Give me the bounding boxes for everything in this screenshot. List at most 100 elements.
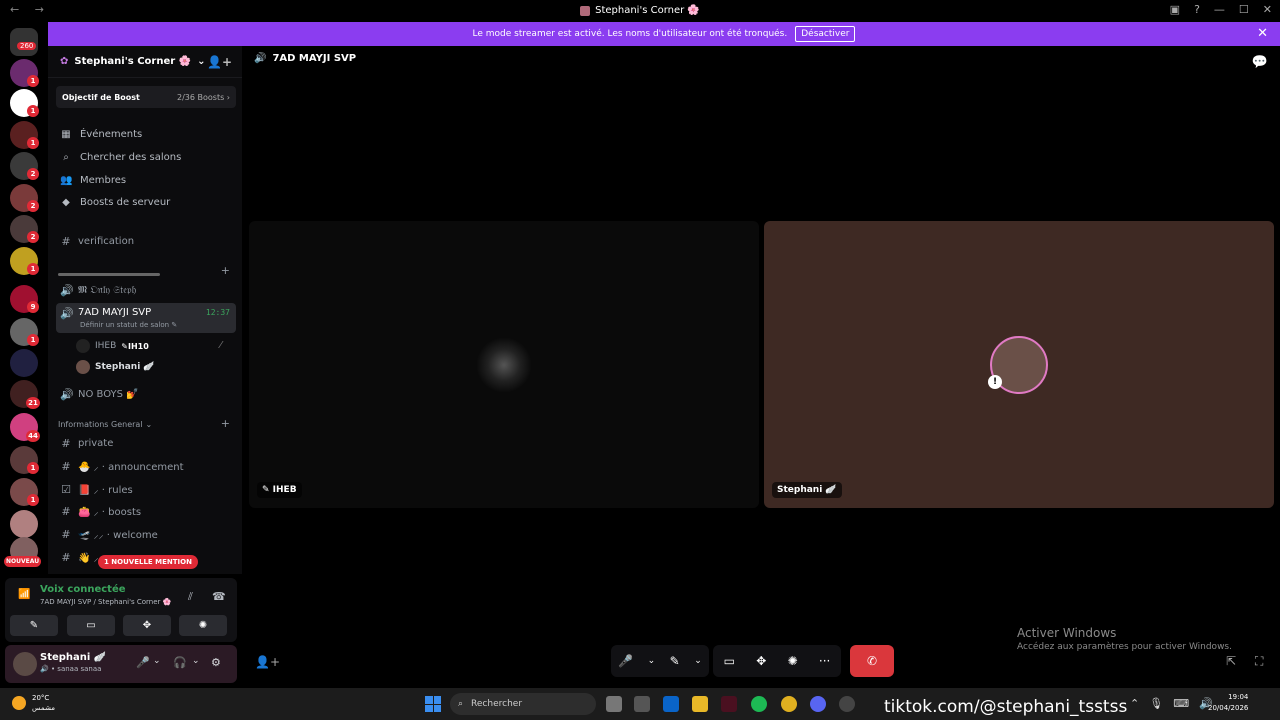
- category-collapsed-bar[interactable]: [58, 273, 160, 276]
- signal-icon[interactable]: 📶: [18, 589, 30, 600]
- browse-channels-item[interactable]: ⌕ Chercher des salons: [56, 147, 236, 167]
- taskbar-search[interactable]: ⌕ Rechercher: [450, 693, 596, 715]
- add-channel-icon[interactable]: +: [221, 417, 230, 430]
- chevron-down-icon[interactable]: ⌄: [153, 656, 161, 666]
- events-item[interactable]: ▦ Événements: [56, 124, 236, 144]
- popout-icon[interactable]: ⇱: [1226, 654, 1236, 668]
- server-boosts-item[interactable]: ◆ Boosts de serveur: [56, 192, 236, 212]
- network-icon[interactable]: ⌨: [1173, 697, 1189, 710]
- chevron-down-icon[interactable]: ⌄: [694, 656, 702, 666]
- video-tile-stephani[interactable]: ! Stephani 🪽: [764, 221, 1274, 508]
- video-tile-iheb[interactable]: ✎ IHEB: [249, 221, 759, 508]
- voice-channel-path[interactable]: 7AD MAYJI SVP / Stephani's Corner 🌸: [40, 598, 171, 606]
- app-icon[interactable]: [721, 696, 737, 712]
- channel-private[interactable]: # private: [56, 433, 236, 453]
- minimize-button[interactable]: —: [1214, 3, 1225, 16]
- channel-verification[interactable]: # verification: [56, 231, 236, 251]
- help-icon[interactable]: ?: [1194, 3, 1200, 16]
- maximize-button[interactable]: ☐: [1239, 3, 1249, 16]
- sun-icon: [12, 696, 26, 710]
- noise-suppression-icon[interactable]: ⫽: [188, 590, 193, 604]
- inbox-icon[interactable]: ▣: [1170, 3, 1180, 16]
- boost-goal-bar[interactable]: Objectif de Boost 2/36 Boosts ›: [56, 86, 236, 108]
- sidebar-scrollbar[interactable]: [242, 46, 248, 574]
- dm-badge: 260: [17, 42, 37, 50]
- channel-title: 7AD MAYJI SVP: [272, 53, 357, 64]
- chrome-icon[interactable]: [781, 696, 797, 712]
- camera-off-icon[interactable]: ✎: [670, 654, 680, 668]
- file-explorer-icon[interactable]: [692, 696, 708, 712]
- activity-icon[interactable]: ✥: [756, 654, 766, 668]
- mic-icon[interactable]: 🎤: [618, 654, 633, 668]
- mic-icon[interactable]: 🎤: [136, 656, 150, 669]
- screen-share-icon[interactable]: ▭: [724, 654, 735, 668]
- events-label: Événements: [80, 128, 143, 140]
- channel-rules[interactable]: ☑ 📕 ⸝ · rules: [56, 479, 236, 499]
- avatar[interactable]: [13, 652, 37, 676]
- channel-label: private: [78, 437, 114, 449]
- more-icon[interactable]: ···: [819, 654, 830, 668]
- category-informations[interactable]: Informations General ⌄: [58, 417, 152, 431]
- channel-welcome[interactable]: # 🛫 ⸝⸝ · welcome: [56, 524, 236, 544]
- spotify-icon[interactable]: [751, 696, 767, 712]
- voice-channel-active[interactable]: 🔊 7AD MAYJI SVP Définir un statut de sal…: [56, 303, 236, 333]
- watermark-title: Activer Windows: [1017, 626, 1117, 640]
- hash-icon: #: [61, 234, 71, 248]
- microphone-tray-icon[interactable]: 🎙: [1149, 697, 1163, 710]
- close-button[interactable]: ✕: [1263, 3, 1272, 16]
- headphones-icon[interactable]: 🎧: [173, 656, 187, 669]
- chevron-down-icon[interactable]: ⌄: [648, 656, 656, 666]
- soundboard-icon[interactable]: ✺: [788, 654, 798, 668]
- add-channel-icon[interactable]: +: [221, 264, 230, 277]
- weather-text: 20°C مشمس: [32, 693, 55, 713]
- disconnect-icon[interactable]: ☎: [212, 590, 226, 603]
- soundboard-button[interactable]: ✺: [179, 615, 227, 636]
- disable-streamer-button[interactable]: Désactiver: [795, 26, 856, 42]
- discord-icon[interactable]: [810, 696, 826, 712]
- chat-icon[interactable]: 💬: [1252, 55, 1268, 70]
- status-badge: !: [988, 375, 1002, 389]
- banner-close-icon[interactable]: ✕: [1257, 26, 1268, 41]
- task-view-icon[interactable]: [606, 696, 622, 712]
- soundboard-icon: ✺: [198, 620, 208, 631]
- server-badge: 1: [27, 494, 39, 506]
- voice-status[interactable]: Voix connectée: [40, 584, 126, 595]
- user-panel: Stephani 🪽 🔊 • sanaa sanaa 🎤 ⌄ 🎧 ⌄ ⚙: [5, 645, 237, 683]
- windows-start-icon[interactable]: [425, 696, 441, 712]
- channel-boosts[interactable]: # 👛 ⸝ · boosts: [56, 501, 236, 521]
- server-icon[interactable]: [10, 510, 38, 538]
- hangup-button[interactable]: ✆: [850, 645, 894, 677]
- window-controls: ▣ ? — ☐ ✕: [1170, 3, 1272, 16]
- channel-status-hint[interactable]: Définir un statut de salon ✎: [80, 321, 177, 329]
- chevron-down-icon[interactable]: ⌄: [192, 656, 200, 666]
- members-item[interactable]: 👥 Membres: [56, 170, 236, 190]
- screen-share-button[interactable]: ▭: [67, 615, 115, 636]
- weather-widget[interactable]: 20°C مشمس: [12, 693, 55, 713]
- activity-button[interactable]: ✥: [123, 615, 171, 636]
- boost-icon: ◆: [62, 196, 70, 208]
- fullscreen-icon[interactable]: ⛶: [1255, 654, 1263, 669]
- voice-channel-only-steph[interactable]: 🔊 𝕸 𝔒𝔫𝔩𝔶 𝔖𝔱𝔢𝔭𝔥: [56, 280, 236, 300]
- invite-to-voice-icon[interactable]: 👤+: [255, 655, 280, 669]
- user-name[interactable]: Stephani 🪽: [40, 652, 106, 663]
- chevron-up-icon[interactable]: ⌃: [1130, 697, 1139, 710]
- steam-icon[interactable]: [839, 696, 855, 712]
- new-mention-pill[interactable]: 1 NOUVELLE MENTION: [98, 555, 198, 569]
- camera-button[interactable]: ✎: [10, 615, 58, 636]
- avatar: [76, 360, 90, 374]
- window-title: Stephani's Corner 🌸: [595, 5, 700, 16]
- server-badge: 1: [27, 334, 39, 346]
- invite-icon[interactable]: 👤+: [207, 55, 232, 69]
- outlook-icon[interactable]: [663, 696, 679, 712]
- windows-activation-watermark: Activer Windows Accédez aux paramètres p…: [1017, 626, 1232, 652]
- voice-member[interactable]: IHEB ✎IH10: [76, 337, 149, 355]
- nav-arrows[interactable]: ← →: [10, 3, 50, 16]
- server-header[interactable]: ✿ Stephani's Corner 🌸 ⌄ 👤+: [48, 46, 242, 78]
- server-icon[interactable]: [10, 349, 38, 377]
- settings-gear-icon[interactable]: ⚙: [211, 656, 221, 669]
- voice-member[interactable]: Stephani 🪽: [76, 358, 155, 376]
- voice-channel-no-boys[interactable]: 🔊 NO BOYS 💅: [56, 384, 236, 404]
- channel-announcement[interactable]: # 🐣 ⸝ · announcement: [56, 456, 236, 476]
- taskbar-clock[interactable]: 19:04 20/04/2026: [1208, 692, 1248, 714]
- store-icon[interactable]: [634, 696, 650, 712]
